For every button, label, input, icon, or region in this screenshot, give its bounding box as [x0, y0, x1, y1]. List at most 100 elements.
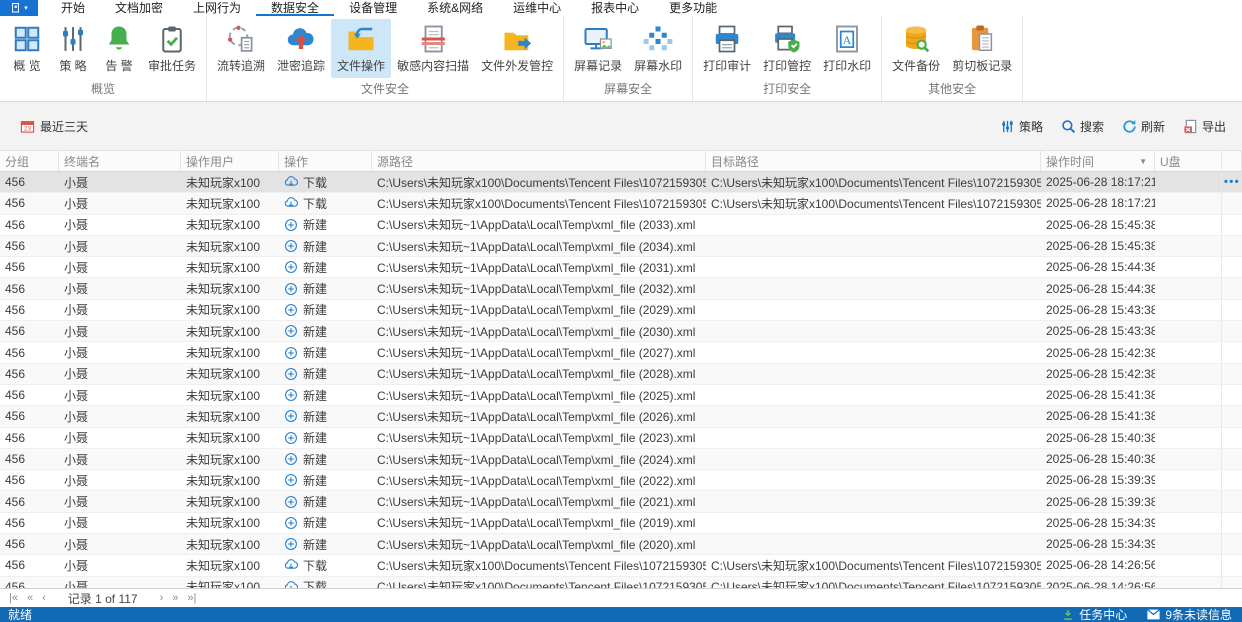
ribbon-item-print-watermark[interactable]: A打印水印	[817, 19, 877, 78]
cell-action: 新建	[279, 215, 372, 235]
ribbon-item-file-operations[interactable]: 文件操作	[331, 19, 391, 78]
pager-first-button[interactable]: |«	[8, 593, 19, 604]
cell-source-path: C:\Users\未知玩~1\AppData\Local\Temp\xml_fi…	[372, 449, 706, 469]
plus-circle-icon	[284, 303, 298, 317]
ribbon-item-leak-trace[interactable]: 泄密追踪	[271, 19, 331, 78]
cell-row-menu	[1222, 491, 1242, 511]
ribbon-item-label: 策 略	[59, 57, 86, 74]
pager-next-button[interactable]: ›	[159, 593, 165, 604]
ribbon-item-print-audit[interactable]: 打印审计	[697, 19, 757, 78]
tab-system-network[interactable]: 系统&网络	[412, 0, 498, 16]
table-row[interactable]: 456小聂未知玩家x100下载C:\Users\未知玩家x100\Documen…	[0, 193, 1242, 214]
column-header-user[interactable]: 操作用户	[181, 151, 279, 171]
pager-prev-page-button[interactable]: «	[26, 593, 34, 604]
date-filter-button[interactable]: 23 最近三天	[20, 118, 88, 135]
tab-data-security[interactable]: 数据安全	[256, 0, 334, 16]
cell-group: 456	[0, 193, 59, 213]
sort-caret-icon[interactable]: ▼	[1139, 157, 1149, 166]
search-button[interactable]: 搜索	[1061, 118, 1104, 135]
table-row[interactable]: 456小聂未知玩家x100下载C:\Users\未知玩家x100\Documen…	[0, 555, 1242, 576]
table-row[interactable]: 456小聂未知玩家x100新建C:\Users\未知玩~1\AppData\Lo…	[0, 364, 1242, 385]
table-row[interactable]: 456小聂未知玩家x100新建C:\Users\未知玩~1\AppData\Lo…	[0, 449, 1242, 470]
cell-action: 新建	[279, 385, 372, 405]
cell-source-path: C:\Users\未知玩~1\AppData\Local\Temp\xml_fi…	[372, 406, 706, 426]
tab-device-mgmt[interactable]: 设备管理	[334, 0, 412, 16]
cell-usb	[1155, 215, 1222, 235]
table-row[interactable]: 456小聂未知玩家x100新建C:\Users\未知玩~1\AppData\Lo…	[0, 321, 1242, 342]
tab-web-behavior[interactable]: 上网行为	[178, 0, 256, 16]
tab-ops-center[interactable]: 运维中心	[498, 0, 576, 16]
ribbon-item-screen-record[interactable]: 屏幕记录	[568, 19, 628, 78]
app-menu-button[interactable]: ▾	[0, 0, 38, 16]
table-row[interactable]: 456小聂未知玩家x100新建C:\Users\未知玩~1\AppData\Lo…	[0, 428, 1242, 449]
table-row[interactable]: 456小聂未知玩家x100新建C:\Users\未知玩~1\AppData\Lo…	[0, 470, 1242, 491]
ribbon-item-label: 概 览	[13, 57, 40, 74]
column-header-label: 操作	[284, 153, 308, 170]
ribbon-item-screen-watermark[interactable]: 屏幕水印	[628, 19, 688, 78]
table-row[interactable]: 456小聂未知玩家x100下载C:\Users\未知玩家x100\Documen…	[0, 577, 1242, 588]
table-row[interactable]: 456小聂未知玩家x100新建C:\Users\未知玩~1\AppData\Lo…	[0, 278, 1242, 299]
row-menu-button[interactable]: •••	[1224, 176, 1240, 188]
table-row[interactable]: 456小聂未知玩家x100新建C:\Users\未知玩~1\AppData\Lo…	[0, 300, 1242, 321]
tab-report-center[interactable]: 报表中心	[576, 0, 654, 16]
unread-messages-button[interactable]: 9条未读信息	[1147, 606, 1232, 622]
table-row[interactable]: 456小聂未知玩家x100下载C:\Users\未知玩家x100\Documen…	[0, 172, 1242, 193]
envelope-icon	[1147, 609, 1160, 620]
column-header-action[interactable]: 操作	[279, 151, 372, 171]
table-row[interactable]: 456小聂未知玩家x100新建C:\Users\未知玩~1\AppData\Lo…	[0, 257, 1242, 278]
ribbon-item-sensitive-content-scan[interactable]: 敏感内容扫描	[391, 19, 475, 78]
table-row[interactable]: 456小聂未知玩家x100新建C:\Users\未知玩~1\AppData\Lo…	[0, 534, 1242, 555]
pager-prev-button[interactable]: ‹	[41, 593, 47, 604]
cell-group: 456	[0, 428, 59, 448]
cloud-download-icon	[284, 558, 298, 572]
tab-more-features[interactable]: 更多功能	[654, 0, 732, 16]
cell-group: 456	[0, 215, 59, 235]
table-row[interactable]: 456小聂未知玩家x100新建C:\Users\未知玩~1\AppData\Lo…	[0, 215, 1242, 236]
export-button[interactable]: 导出	[1183, 118, 1226, 135]
task-center-button[interactable]: 任务中心	[1062, 606, 1127, 622]
cell-row-menu	[1222, 428, 1242, 448]
cell-source-path: C:\Users\未知玩~1\AppData\Local\Temp\xml_fi…	[372, 364, 706, 384]
ribbon-item-policy[interactable]: 策 略	[50, 19, 96, 78]
table-row[interactable]: 456小聂未知玩家x100新建C:\Users\未知玩~1\AppData\Lo…	[0, 513, 1242, 534]
ribbon-item-flow-trace[interactable]: 流转追溯	[211, 19, 271, 78]
column-header-label: 目标路径	[711, 153, 759, 170]
tab-start[interactable]: 开始	[46, 0, 100, 16]
tab-doc-encrypt[interactable]: 文档加密	[100, 0, 178, 16]
cell-action: 新建	[279, 513, 372, 533]
column-header-target[interactable]: 目标路径	[706, 151, 1041, 171]
pager-last-button[interactable]: »|	[186, 593, 197, 604]
cell-target-path	[706, 534, 1041, 554]
cell-user: 未知玩家x100	[181, 215, 279, 235]
cell-source-path: C:\Users\未知玩家x100\Documents\Tencent File…	[372, 555, 706, 575]
ribbon-item-clipboard-record[interactable]: 剪切板记录	[946, 19, 1018, 78]
ribbon-item-file-backup[interactable]: 文件备份	[886, 19, 946, 78]
cell-row-menu	[1222, 449, 1242, 469]
column-header-source[interactable]: 源路径	[372, 151, 706, 171]
refresh-button[interactable]: 刷新	[1122, 118, 1165, 135]
pager-next-page-button[interactable]: »	[171, 593, 179, 604]
cell-user: 未知玩家x100	[181, 385, 279, 405]
column-header-time[interactable]: 操作时间▼	[1041, 151, 1155, 171]
cell-usb	[1155, 555, 1222, 575]
table-row[interactable]: 456小聂未知玩家x100新建C:\Users\未知玩~1\AppData\Lo…	[0, 385, 1242, 406]
column-header-terminal[interactable]: 终端名	[59, 151, 181, 171]
table-row[interactable]: 456小聂未知玩家x100新建C:\Users\未知玩~1\AppData\Lo…	[0, 236, 1242, 257]
ribbon-item-print-control[interactable]: 打印管控	[757, 19, 817, 78]
ribbon-item-overview[interactable]: 概 览	[4, 19, 50, 78]
action-label: 新建	[303, 514, 327, 531]
table-row[interactable]: 456小聂未知玩家x100新建C:\Users\未知玩~1\AppData\Lo…	[0, 491, 1242, 512]
table-row[interactable]: 456小聂未知玩家x100新建C:\Users\未知玩~1\AppData\Lo…	[0, 406, 1242, 427]
table-row[interactable]: 456小聂未知玩家x100新建C:\Users\未知玩~1\AppData\Lo…	[0, 342, 1242, 363]
ribbon-item-file-outgoing-control[interactable]: 文件外发管控	[475, 19, 559, 78]
policy-button[interactable]: 策略	[1000, 118, 1043, 135]
column-header-usb[interactable]: U盘	[1155, 151, 1222, 171]
cell-row-menu	[1222, 513, 1242, 533]
action-label: 下载	[303, 174, 327, 191]
ribbon-item-alert[interactable]: 告 警	[96, 19, 142, 78]
ribbon-item-approval-tasks[interactable]: 审批任务	[142, 19, 202, 78]
column-header-menu[interactable]	[1222, 151, 1242, 171]
export-label: 导出	[1202, 118, 1226, 135]
ribbon-item-label: 屏幕水印	[634, 57, 682, 74]
column-header-group[interactable]: 分组	[0, 151, 59, 171]
